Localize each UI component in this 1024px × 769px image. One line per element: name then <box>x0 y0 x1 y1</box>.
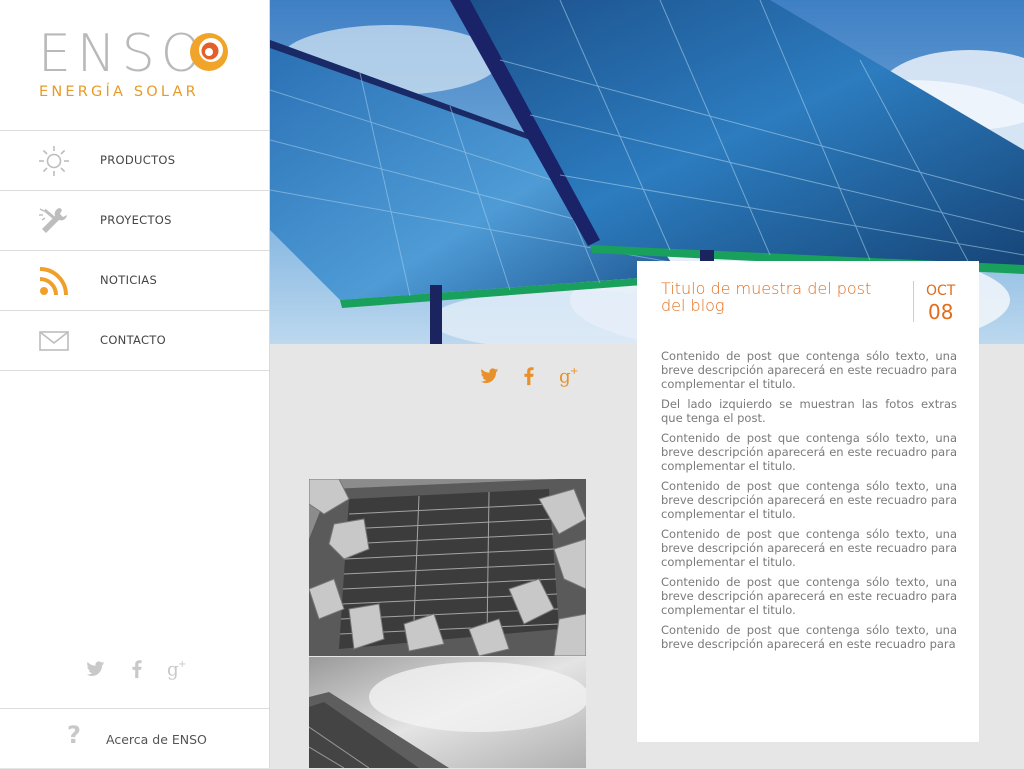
sun-swirl-logo-icon <box>190 33 228 71</box>
nav-label: PRODUCTOS <box>100 153 176 167</box>
nav-item-contacto[interactable]: CONTACTO <box>0 310 269 371</box>
nav-label: NOTICIAS <box>100 273 158 287</box>
post-paragraph: Contenido de post que contenga sólo text… <box>661 527 957 569</box>
about-label: Acerca de ENSO <box>106 732 207 747</box>
logo-wordmark: ENSO <box>38 24 208 84</box>
post-share-links: g + <box>478 365 588 391</box>
mail-icon <box>39 331 69 351</box>
google-plus-icon[interactable]: g + <box>166 658 188 682</box>
enso-logo[interactable]: ENSO ENERGÍA SOLAR <box>38 24 238 108</box>
post-date-day: 08 <box>928 300 954 324</box>
logo-tagline: ENERGÍA SOLAR <box>39 84 199 100</box>
question-icon: ? <box>67 721 81 749</box>
nav-label: PROYECTOS <box>100 213 172 227</box>
about-link[interactable]: ? Acerca de ENSO <box>0 708 269 769</box>
sun-icon <box>39 146 69 176</box>
sidebar-social-links: g + <box>84 658 194 682</box>
post-paragraph: Contenido de post que contenga sólo text… <box>661 575 957 617</box>
twitter-icon[interactable] <box>84 658 106 682</box>
post-paragraph: Del lado izquierdo se muestran las fotos… <box>661 397 957 425</box>
post-photo-solar-cell-rocks[interactable] <box>309 479 586 656</box>
blog-post-card: Titulo de muestra del post del blog OCT … <box>637 261 979 742</box>
post-paragraph: Contenido de post que contenga sólo text… <box>661 431 957 473</box>
twitter-icon[interactable] <box>478 365 502 391</box>
svg-text:+: + <box>570 366 578 377</box>
rss-icon <box>39 267 68 296</box>
post-title[interactable]: Titulo de muestra del post del blog <box>661 280 891 314</box>
post-paragraph: Contenido de post que contenga sólo text… <box>661 623 957 651</box>
sidebar: ENSO ENERGÍA SOLAR PRODUCTOS PROYECTOS N… <box>0 0 270 768</box>
post-date-month: OCT <box>926 283 956 299</box>
google-plus-icon[interactable]: g + <box>558 365 582 391</box>
facebook-icon[interactable] <box>518 365 542 391</box>
main-nav: PRODUCTOS PROYECTOS NOTICIAS CONTACTO <box>0 130 269 371</box>
facebook-icon[interactable] <box>126 658 148 682</box>
nav-label: CONTACTO <box>100 333 166 347</box>
post-body: Contenido de post que contenga sólo text… <box>661 349 957 657</box>
post-photo-panel-sky[interactable] <box>309 657 586 768</box>
post-date: OCT 08 <box>913 281 964 324</box>
post-paragraph: Contenido de post que contenga sólo text… <box>661 479 957 521</box>
svg-text:+: + <box>178 659 186 670</box>
nav-item-proyectos[interactable]: PROYECTOS <box>0 190 269 250</box>
nav-item-productos[interactable]: PRODUCTOS <box>0 130 269 190</box>
tools-icon <box>39 208 67 233</box>
post-paragraph: Contenido de post que contenga sólo text… <box>661 349 957 391</box>
nav-item-noticias[interactable]: NOTICIAS <box>0 250 269 310</box>
